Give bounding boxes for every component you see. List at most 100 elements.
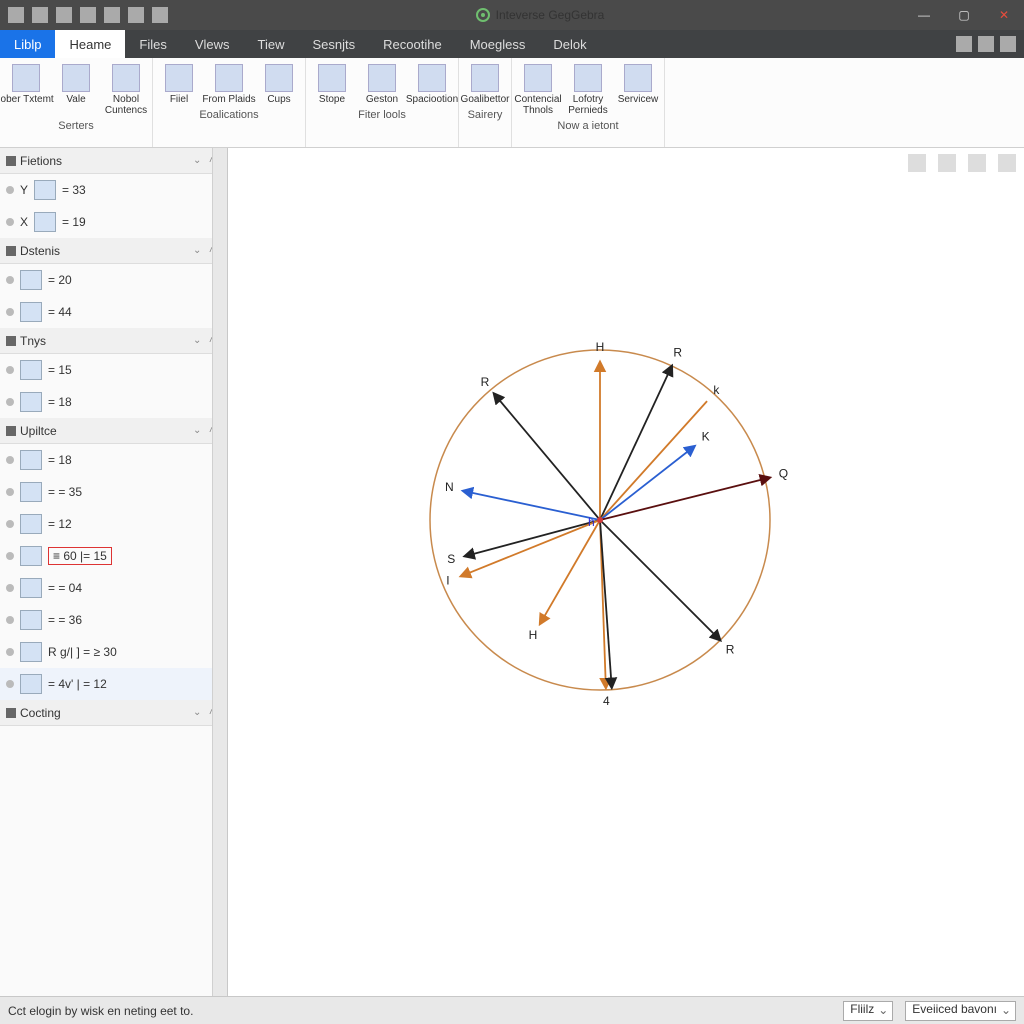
visibility-dot-icon[interactable] (6, 186, 14, 194)
expand-icon[interactable]: ˄ (209, 707, 221, 719)
section-title: Dstenis (20, 244, 60, 258)
visibility-dot-icon[interactable] (6, 680, 14, 688)
globe-icon[interactable] (978, 36, 994, 52)
visibility-dot-icon[interactable] (6, 366, 14, 374)
visibility-dot-icon[interactable] (6, 276, 14, 284)
tool-label: Lofotry Pernieds (568, 94, 607, 116)
menu-item[interactable]: Delok (539, 30, 600, 58)
algebra-row[interactable]: = 20 (0, 264, 227, 296)
qat-icon[interactable] (128, 7, 144, 23)
collapse-icon[interactable]: ⌄ (193, 335, 205, 347)
tool-label: Nobol Cuntencs (105, 94, 147, 116)
ribbon-tool[interactable]: From Plaids (205, 62, 253, 107)
menu-item[interactable]: Files (125, 30, 180, 58)
qat-icon[interactable] (8, 7, 24, 23)
var-value: = 18 (48, 395, 72, 409)
expand-icon[interactable]: ˄ (209, 155, 221, 167)
expand-icon[interactable]: ˄ (209, 245, 221, 257)
algebra-row[interactable]: X= 19 (0, 206, 227, 238)
section-header[interactable]: Cocting⌄˄ (0, 700, 227, 726)
collapse-icon[interactable]: ⌄ (193, 155, 205, 167)
expand-icon[interactable]: ˄ (209, 335, 221, 347)
help-icon[interactable] (956, 36, 972, 52)
qat-icon[interactable] (56, 7, 72, 23)
ribbon-tool[interactable]: Cups (255, 62, 303, 107)
close-button[interactable]: ✕ (984, 0, 1024, 30)
section-header[interactable]: Dstenis ⌄ ˄ (0, 238, 227, 264)
ribbon-tool[interactable]: Nobol Cuntencs (102, 62, 150, 118)
collapse-icon[interactable]: ⌄ (193, 707, 205, 719)
status-select-1[interactable]: Fliilz (843, 1001, 893, 1021)
expand-icon[interactable]: ˄ (209, 425, 221, 437)
visibility-dot-icon[interactable] (6, 584, 14, 592)
menu-item[interactable]: Heame (55, 30, 125, 58)
var-value: = 19 (62, 215, 86, 229)
ribbon-tool[interactable]: Goalibettor (461, 62, 509, 107)
object-icon (20, 578, 42, 598)
ribbon-tool[interactable]: Spaciootion (408, 62, 456, 107)
section-header[interactable]: Upiltce⌄˄ (0, 418, 227, 444)
algebra-row[interactable]: R g/| ] = ≥ 30 (0, 636, 227, 668)
algebra-row[interactable]: = 44 (0, 296, 227, 328)
visibility-dot-icon[interactable] (6, 552, 14, 560)
ribbon-group: GoalibettorSairery (459, 58, 512, 147)
algebra-row[interactable]: = 12 (0, 508, 227, 540)
menu-item[interactable]: Sesnjts (299, 30, 370, 58)
svg-text:R: R (726, 642, 735, 656)
tool-icon (265, 64, 293, 92)
ribbon-tool[interactable]: Stope (308, 62, 356, 107)
menu-item[interactable]: Tiew (244, 30, 299, 58)
algebra-panel: Fietions⌄˄Y= 33X= 19Dstenis⌄˄= 20= 44Tny… (0, 148, 228, 996)
collapse-icon[interactable]: ⌄ (193, 425, 205, 437)
tool-icon (368, 64, 396, 92)
algebra-row[interactable]: ≡ 60 |= 15 (0, 540, 227, 572)
algebra-row[interactable]: = 18 (0, 444, 227, 476)
visibility-dot-icon[interactable] (6, 616, 14, 624)
section-header[interactable]: Fietions⌄˄ (0, 148, 227, 174)
svg-text:I: I (446, 574, 449, 588)
menu-item[interactable]: Moegless (456, 30, 540, 58)
menu-item[interactable]: Vlews (181, 30, 244, 58)
visibility-dot-icon[interactable] (6, 520, 14, 528)
visibility-dot-icon[interactable] (6, 218, 14, 226)
svg-text:N: N (445, 480, 454, 494)
qat-icon[interactable] (152, 7, 168, 23)
visibility-dot-icon[interactable] (6, 398, 14, 406)
visibility-dot-icon[interactable] (6, 648, 14, 656)
tool-label: Servicew (618, 94, 659, 105)
ribbon-tool[interactable]: Fiiel (155, 62, 203, 107)
visibility-dot-icon[interactable] (6, 456, 14, 464)
section-header[interactable]: Tnys⌄˄ (0, 328, 227, 354)
qat-icon[interactable] (32, 7, 48, 23)
visibility-dot-icon[interactable] (6, 488, 14, 496)
qat-icon[interactable] (104, 7, 120, 23)
ribbon-tool[interactable]: iober Txtemt (2, 62, 50, 118)
minimize-button[interactable]: — (904, 0, 944, 30)
ribbon-tool[interactable]: Servicew (614, 62, 662, 118)
algebra-row[interactable]: = = 04 (0, 572, 227, 604)
ribbon-tool[interactable]: Contencial Thnols (514, 62, 562, 118)
algebra-row[interactable]: = 15 (0, 354, 227, 386)
menu-item[interactable]: Liblp (0, 30, 55, 58)
ribbon-tool[interactable]: Geston (358, 62, 406, 107)
title-bar: Inteverse GegGebra — ▢ ✕ (0, 0, 1024, 30)
tool-label: From Plaids (202, 94, 255, 105)
user-icon[interactable] (1000, 36, 1016, 52)
algebra-row[interactable]: Y= 33 (0, 174, 227, 206)
algebra-row[interactable]: = 4v' | = 12 (0, 668, 227, 700)
visibility-dot-icon[interactable] (6, 308, 14, 316)
algebra-row[interactable]: = = 36 (0, 604, 227, 636)
algebra-row[interactable]: = 18 (0, 386, 227, 418)
algebra-row[interactable]: = = 35 (0, 476, 227, 508)
ribbon-tool[interactable]: Vale (52, 62, 100, 118)
svg-text:K: K (702, 430, 710, 444)
status-select-2[interactable]: Eveiiced bavonı (905, 1001, 1016, 1021)
collapse-icon[interactable]: ⌄ (193, 245, 205, 257)
menu-item[interactable]: Recootihe (369, 30, 456, 58)
ribbon-tool[interactable]: Lofotry Pernieds (564, 62, 612, 118)
maximize-button[interactable]: ▢ (944, 0, 984, 30)
graphics-view[interactable]: HRkKQR4HSINRh (228, 148, 1024, 996)
qat-icon[interactable] (80, 7, 96, 23)
tool-label: Stope (319, 94, 345, 105)
scrollbar-thumb[interactable] (215, 158, 225, 438)
